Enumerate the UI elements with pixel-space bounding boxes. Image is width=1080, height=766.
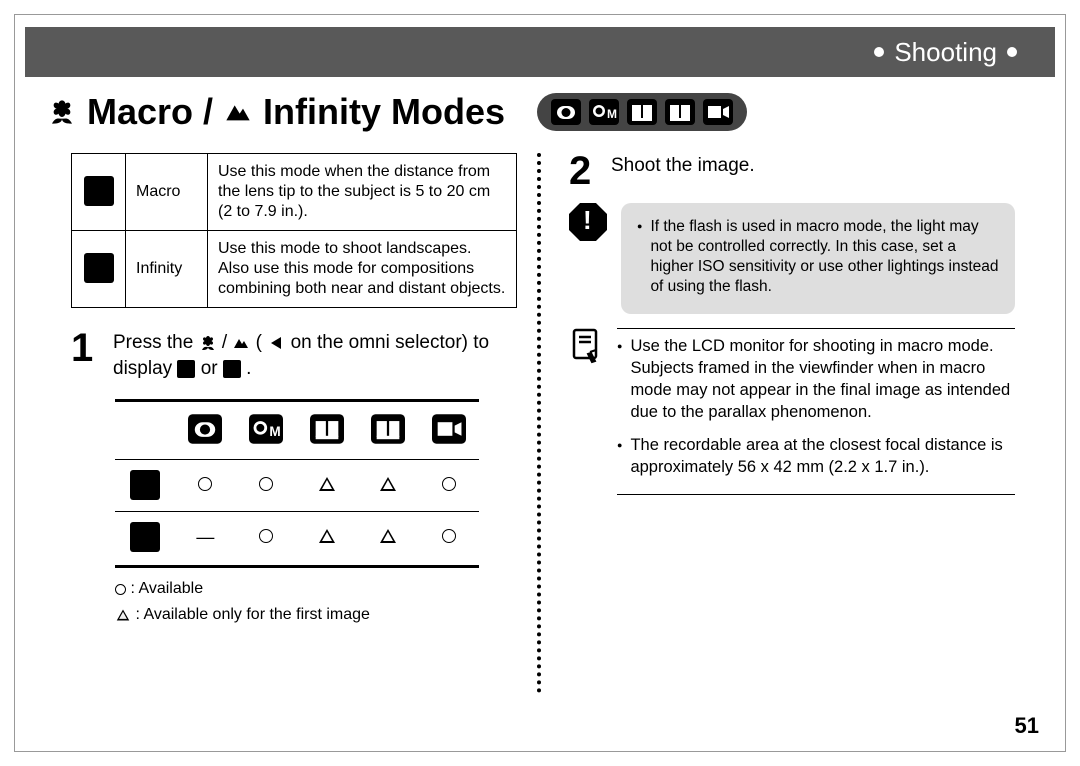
mode-movie-icon	[703, 99, 733, 125]
mode-description: Use this mode when the distance from the…	[208, 154, 517, 231]
bullet-icon	[617, 335, 622, 424]
macro-flower-icon	[84, 176, 114, 206]
warning-icon	[569, 203, 607, 241]
bullet-icon	[874, 47, 884, 57]
first-image-only-icon	[380, 529, 396, 543]
section-title: Shooting	[894, 37, 997, 68]
list-item: Use the LCD monitor for shooting in macr…	[617, 335, 1013, 424]
manual-page: Shooting Macro / Infinity Modes Macro Us…	[14, 14, 1066, 752]
available-icon	[442, 477, 456, 491]
mode-stitch2-icon	[371, 414, 405, 444]
content-columns: Macro Use this mode when the distance fr…	[71, 153, 1031, 693]
list-item: The recordable area at the closest focal…	[617, 434, 1013, 479]
mode-indicator-pill	[537, 93, 747, 131]
warning-note: If the flash is used in macro mode, the …	[569, 203, 1015, 314]
mode-stitch1-icon	[627, 99, 657, 125]
macro-flower-icon	[47, 97, 77, 127]
mode-camera-icon	[551, 99, 581, 125]
mode-definition-table: Macro Use this mode when the distance fr…	[71, 153, 517, 308]
available-icon	[259, 529, 273, 543]
matrix-header	[115, 404, 479, 460]
matrix-row-macro	[115, 460, 479, 512]
section-header: Shooting	[25, 27, 1055, 77]
mode-camera-icon	[188, 414, 222, 444]
available-icon	[115, 584, 126, 595]
page-number: 51	[1015, 713, 1039, 739]
mode-stitch2-icon	[665, 99, 695, 125]
info-list: Use the LCD monitor for shooting in macr…	[617, 328, 1015, 496]
step-number: 1	[71, 332, 99, 381]
table-row: Infinity Use this mode to shoot landscap…	[72, 231, 517, 308]
first-image-only-icon	[319, 529, 335, 543]
matrix-row-infinity: —	[115, 512, 479, 564]
first-image-only-icon	[380, 477, 396, 491]
step-number: 2	[569, 155, 597, 187]
available-icon	[442, 529, 456, 543]
macro-flower-icon	[130, 470, 160, 500]
available-icon	[198, 477, 212, 491]
step-text: Shoot the image.	[611, 153, 755, 187]
infinity-mountain-icon	[232, 334, 250, 352]
matrix-legend: : Available : Available only for the fir…	[115, 576, 517, 627]
mode-movie-icon	[432, 414, 466, 444]
left-arrow-icon	[267, 334, 285, 352]
infinity-mountain-icon	[223, 97, 253, 127]
step-2: 2 Shoot the image.	[569, 153, 1015, 187]
left-column: Macro Use this mode when the distance fr…	[71, 153, 533, 693]
bullet-icon	[1007, 47, 1017, 57]
bullet-icon	[637, 217, 642, 298]
first-image-only-icon	[117, 609, 129, 620]
memo-icon	[569, 328, 603, 371]
table-row: Macro Use this mode when the distance fr…	[72, 154, 517, 231]
mode-name: Macro	[126, 154, 208, 231]
infinity-mountain-icon	[223, 360, 241, 378]
infinity-mountain-icon	[84, 253, 114, 283]
right-column: 2 Shoot the image. If the flash is used …	[545, 153, 1031, 693]
page-title: Macro / Infinity Modes	[47, 91, 747, 133]
not-available: —	[175, 512, 236, 564]
warning-box: If the flash is used in macro mode, the …	[621, 203, 1015, 314]
mode-manual-icon	[249, 414, 283, 444]
first-image-only-icon	[319, 477, 335, 491]
mode-name: Infinity	[126, 231, 208, 308]
macro-flower-icon	[199, 334, 217, 352]
infinity-mountain-icon	[130, 522, 160, 552]
mode-stitch1-icon	[310, 414, 344, 444]
step-1: 1 Press the / ( on the omni selector) to…	[71, 330, 517, 381]
bullet-icon	[617, 434, 622, 479]
available-icon	[259, 477, 273, 491]
availability-matrix: —	[115, 399, 479, 568]
column-divider	[533, 153, 545, 693]
step-text: Press the / ( on the omni selector) to d…	[113, 330, 517, 381]
info-note: Use the LCD monitor for shooting in macr…	[569, 328, 1015, 496]
mode-manual-icon	[589, 99, 619, 125]
macro-flower-icon	[177, 360, 195, 378]
mode-description: Use this mode to shoot landscapes. Also …	[208, 231, 517, 308]
